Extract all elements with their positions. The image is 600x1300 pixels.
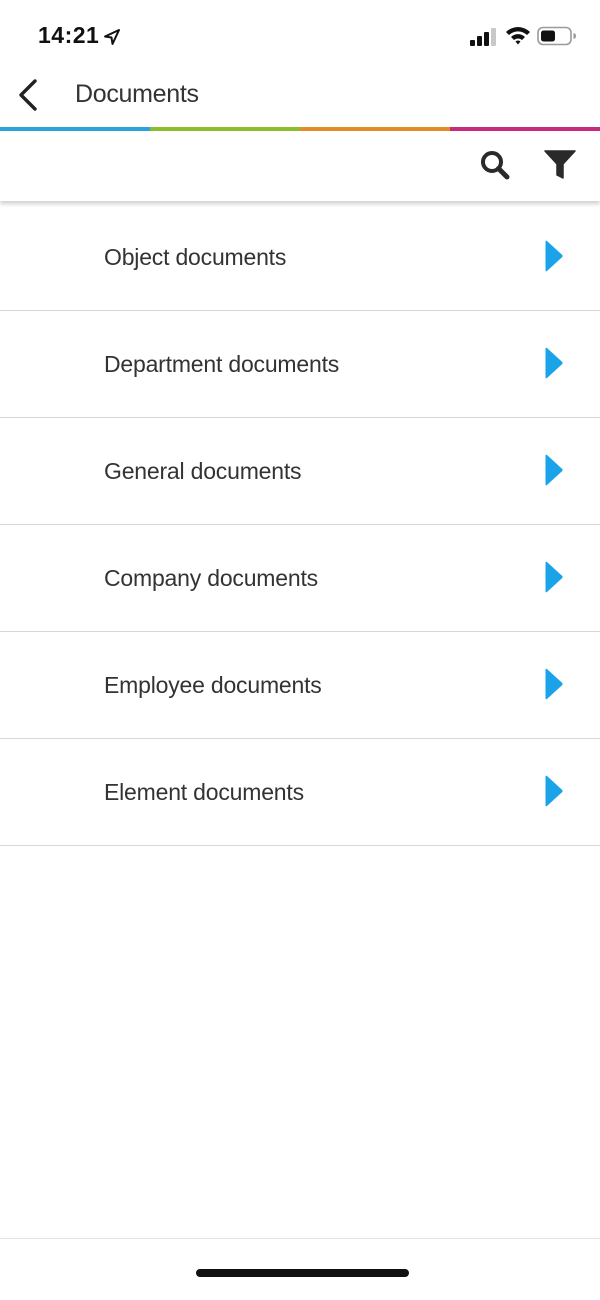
chevron-right-icon xyxy=(545,240,563,272)
list-item[interactable]: Employee documents xyxy=(0,632,600,739)
home-indicator[interactable] xyxy=(196,1269,409,1277)
status-bar: 14:21 xyxy=(0,0,600,70)
bottom-bar xyxy=(0,1238,600,1300)
search-button[interactable] xyxy=(477,147,513,183)
list-item[interactable]: Company documents xyxy=(0,525,600,632)
status-time: 14:21 xyxy=(38,22,100,48)
filter-icon xyxy=(544,150,576,179)
toolbar xyxy=(0,131,600,201)
signal-icon xyxy=(470,28,496,46)
list-item[interactable]: General documents xyxy=(0,418,600,525)
back-button[interactable] xyxy=(12,74,48,114)
search-icon xyxy=(481,151,510,180)
chevron-left-icon xyxy=(19,79,37,111)
list-item-label: Department documents xyxy=(104,351,340,377)
list-item[interactable]: Object documents xyxy=(0,204,600,311)
list-item-label: Company documents xyxy=(104,565,318,591)
list-item-label: Employee documents xyxy=(104,672,322,698)
chevron-right-icon xyxy=(545,561,563,593)
chevron-right-icon xyxy=(545,347,563,379)
chevron-right-icon xyxy=(545,454,563,486)
page-title: Documents xyxy=(75,80,199,108)
chevron-right-icon xyxy=(545,775,563,807)
list-item-label: Object documents xyxy=(104,244,287,270)
chevron-right-icon xyxy=(545,668,563,700)
list-item[interactable]: Department documents xyxy=(0,311,600,418)
nav-header: Documents xyxy=(0,70,600,128)
list-item-label: Element documents xyxy=(104,779,304,805)
filter-button[interactable] xyxy=(542,147,578,183)
location-arrow-icon xyxy=(104,29,120,45)
list-item[interactable]: Element documents xyxy=(0,739,600,846)
battery-icon xyxy=(537,26,576,46)
wifi-icon xyxy=(506,27,530,45)
documents-screen: 14:21 Documents Object documents Departm… xyxy=(0,0,600,1300)
list-item-label: General documents xyxy=(104,458,302,484)
document-list: Object documents Department documents Gene… xyxy=(0,204,600,846)
